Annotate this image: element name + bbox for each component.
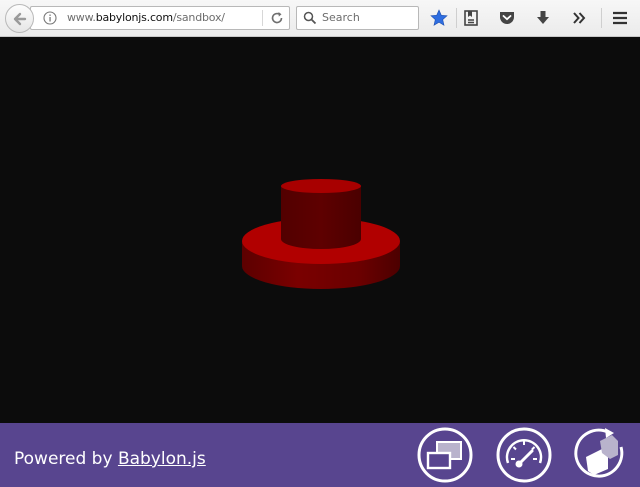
scene-svg [242,179,400,289]
babylon-link[interactable]: Babylon.js [118,449,206,469]
url-path: /sandbox/ [172,11,225,24]
pocket-icon[interactable] [498,9,516,27]
babylon-footer: Powered by Babylon.js [0,423,640,487]
url-text: www.babylonjs.com/sandbox/ [67,11,225,24]
hamburger-menu-icon[interactable] [611,9,629,27]
toolbar-divider [456,8,457,28]
search-placeholder: Search [322,11,360,24]
cylinder-side [281,186,361,249]
overflow-chevron-icon[interactable] [570,9,588,27]
download-icon[interactable] [534,9,552,27]
toolbar-divider [601,8,602,28]
open-file-button[interactable] [572,427,628,483]
url-bar[interactable]: www.babylonjs.com/sandbox/ [30,6,290,30]
cylinder-top [281,179,361,193]
reload-icon[interactable] [269,10,285,26]
url-prefix: www. [67,11,96,24]
performance-gauge-button[interactable] [496,427,552,483]
render-canvas[interactable] [0,38,640,423]
bookmark-star-icon[interactable] [430,9,448,27]
info-icon[interactable] [43,11,57,25]
arrow-left-icon [13,12,26,25]
fullscreen-button[interactable] [417,427,473,483]
powered-by-text: Powered by Babylon.js [14,449,206,469]
url-host: babylonjs.com [95,11,173,24]
urlbar-divider [262,10,263,26]
red-cylinder-stack [242,179,400,289]
bookmarks-menu-icon[interactable] [462,9,480,27]
search-icon [303,11,317,25]
powered-prefix: Powered by [14,449,118,469]
back-button[interactable] [5,4,34,33]
search-bar[interactable]: Search [296,6,419,30]
browser-toolbar: www.babylonjs.com/sandbox/ Search [0,0,640,37]
